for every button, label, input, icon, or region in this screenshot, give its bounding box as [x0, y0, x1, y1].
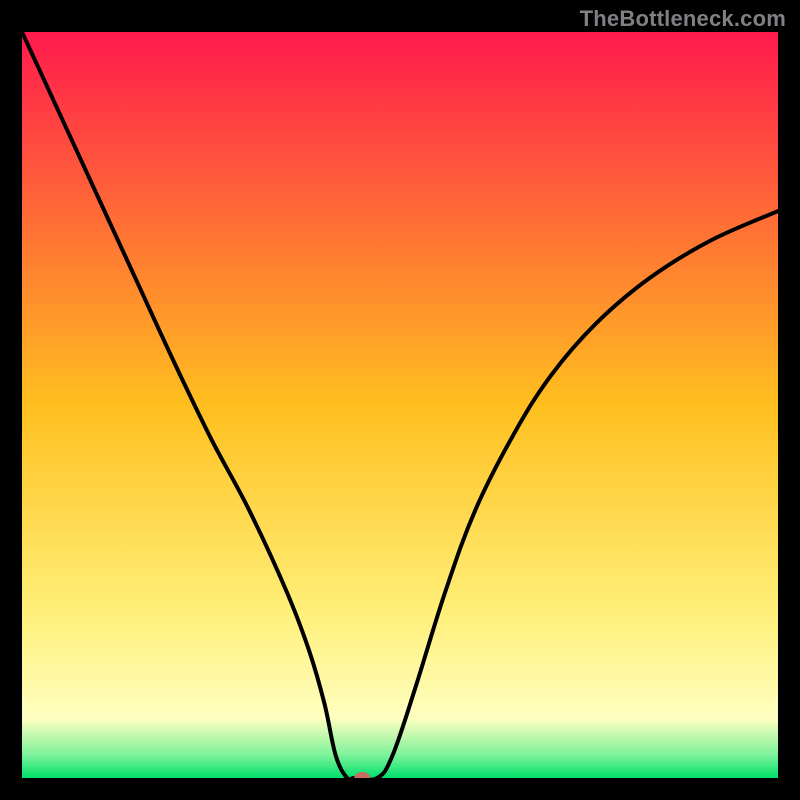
chart-background — [22, 32, 778, 778]
chart-svg — [22, 32, 778, 778]
chart-plot-area — [22, 32, 778, 778]
chart-stage: TheBottleneck.com — [0, 0, 800, 800]
watermark-text: TheBottleneck.com — [580, 6, 786, 32]
